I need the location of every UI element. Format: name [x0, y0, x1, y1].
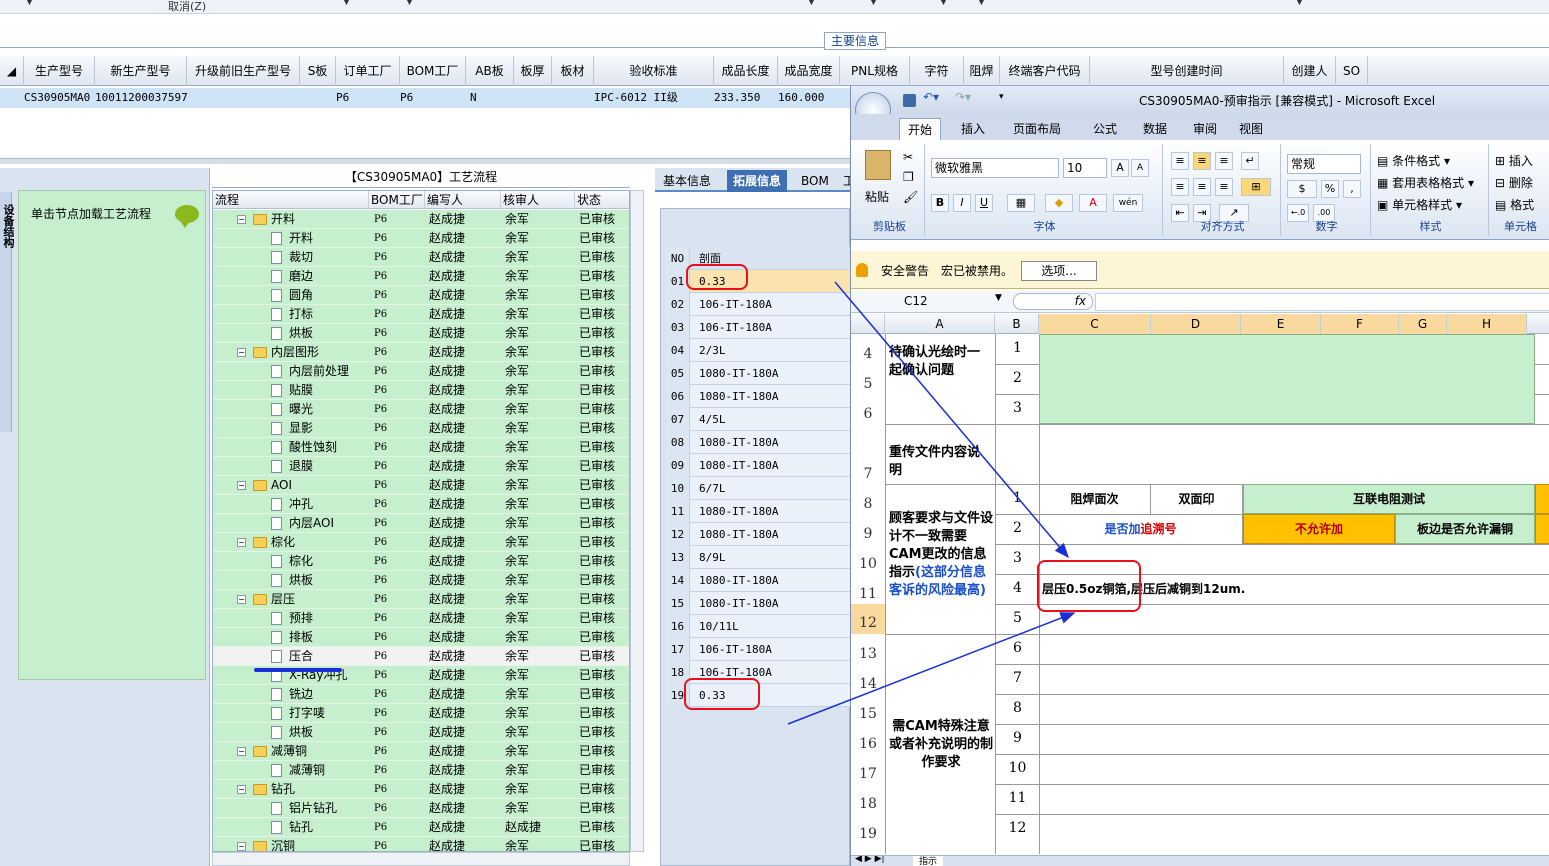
annotation-arrow-bottom	[787, 612, 1076, 725]
annotation-arrow-top	[834, 281, 1069, 559]
annotation-arrows	[787, 281, 1076, 725]
